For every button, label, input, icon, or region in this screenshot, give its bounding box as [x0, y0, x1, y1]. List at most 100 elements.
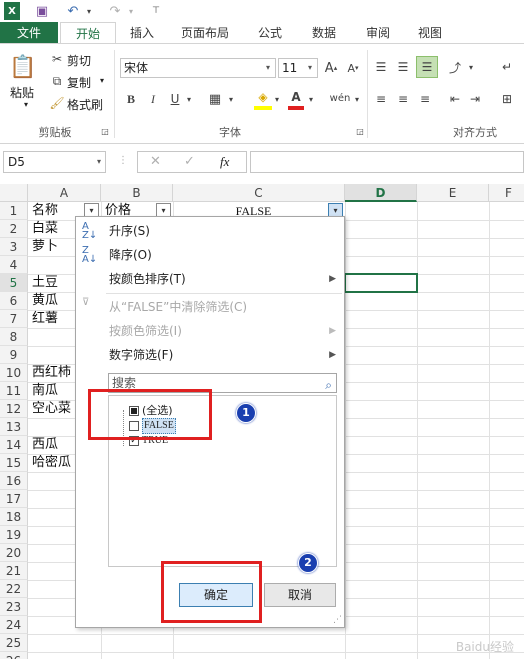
copy-button[interactable]: 复制 [67, 74, 91, 91]
row-header[interactable]: 23 [0, 598, 28, 616]
row-header[interactable]: 17 [0, 490, 28, 508]
formula-bar-grip-icon[interactable]: ⋮ [118, 155, 128, 169]
paste-dropdown-icon[interactable]: ▾ [24, 100, 28, 109]
tab-formulas[interactable]: 公式 [246, 22, 294, 44]
row-header[interactable]: 13 [0, 418, 28, 436]
tab-page-layout[interactable]: 页面布局 [170, 22, 240, 44]
row-header[interactable]: 7 [0, 310, 28, 328]
column-header-b[interactable]: B [101, 184, 173, 202]
column-header-c[interactable]: C [173, 184, 345, 202]
cancel-entry-icon[interactable]: ✕ [150, 154, 161, 169]
row-header[interactable]: 10 [0, 364, 28, 382]
decrease-indent-icon[interactable]: ⇤ [446, 90, 464, 108]
copy-icon[interactable]: ⧉ [50, 74, 64, 88]
bold-button[interactable]: B [124, 90, 138, 108]
borders-dropdown-icon[interactable]: ▾ [226, 90, 236, 108]
align-bottom-icon[interactable]: ☰ [416, 56, 438, 78]
shrink-font-icon[interactable]: A ▾ [344, 58, 362, 78]
menu-sort-ascending[interactable]: A Z↓ 升序(S) [76, 219, 344, 243]
tab-review[interactable]: 审阅 [354, 22, 402, 44]
name-box[interactable]: D5 ▾ [3, 151, 106, 173]
row-header[interactable]: 4 [0, 256, 28, 274]
column-header-e[interactable]: E [417, 184, 489, 202]
align-right-icon[interactable]: ≡ [416, 90, 434, 108]
cell-a12[interactable]: 空心菜 [29, 400, 71, 418]
font-name-combo[interactable]: 宋体 ▾ [120, 58, 276, 78]
grow-font-icon[interactable]: A ▴ [322, 58, 340, 78]
row-header[interactable]: 1 [0, 202, 28, 220]
borders-icon[interactable]: ▦ [206, 90, 224, 108]
customize-toolbar-icon[interactable]: ⊤ [150, 2, 162, 20]
font-launcher-icon[interactable]: ◲ [355, 126, 365, 136]
scissors-icon[interactable]: ✂ [50, 52, 64, 66]
active-cell-d5[interactable] [344, 273, 418, 293]
align-left-icon[interactable]: ≡ [372, 90, 390, 108]
redo-dropdown-icon[interactable]: ▾ [126, 2, 136, 20]
confirm-entry-icon[interactable]: ✓ [184, 154, 195, 169]
row-header[interactable]: 26 [0, 652, 28, 659]
tab-view[interactable]: 视图 [406, 22, 454, 44]
chevron-down-icon[interactable]: ▾ [97, 152, 101, 172]
cell-a1[interactable]: 名称 [29, 202, 58, 220]
formula-input[interactable] [250, 151, 524, 173]
save-icon[interactable]: ▣ [34, 2, 50, 20]
font-color-button[interactable]: A [288, 88, 304, 106]
tab-file[interactable]: 文件 [0, 22, 58, 44]
chevron-down-icon[interactable]: ▾ [261, 59, 275, 77]
font-size-combo[interactable]: 11 ▾ [278, 58, 318, 78]
fill-color-icon[interactable]: ◈ [254, 88, 272, 106]
menu-sort-descending[interactable]: Z A↓ 降序(O) [76, 243, 344, 267]
row-header[interactable]: 9 [0, 346, 28, 364]
select-all-corner[interactable] [0, 184, 28, 202]
row-header[interactable]: 11 [0, 382, 28, 400]
row-header[interactable]: 20 [0, 544, 28, 562]
menu-sort-by-color[interactable]: 按颜色排序(T) ▶ [76, 267, 344, 291]
align-top-icon[interactable]: ☰ [372, 58, 390, 76]
cell-a6[interactable]: 黄瓜 [29, 292, 58, 310]
cell-a5[interactable]: 土豆 [29, 274, 58, 292]
tab-insert[interactable]: 插入 [118, 22, 166, 44]
menu-clear-filter[interactable]: ⊽ 从“FALSE”中清除筛选(C) [76, 295, 344, 319]
cell-a2[interactable]: 白菜 [29, 220, 58, 238]
font-color-dropdown-icon[interactable]: ▾ [306, 90, 316, 108]
format-painter-icon[interactable]: 🖌 [49, 96, 64, 110]
tab-home[interactable]: 开始 [60, 22, 116, 44]
clipboard-launcher-icon[interactable]: ◲ [100, 126, 110, 136]
align-middle-icon[interactable]: ☰ [394, 58, 412, 76]
row-header[interactable]: 19 [0, 526, 28, 544]
fill-color-dropdown-icon[interactable]: ▾ [272, 90, 282, 108]
cut-button[interactable]: 剪切 [67, 52, 91, 69]
italic-button[interactable]: I [146, 90, 160, 108]
undo-dropdown-icon[interactable]: ▾ [84, 2, 94, 20]
row-header[interactable]: 24 [0, 616, 28, 634]
row-header[interactable]: 8 [0, 328, 28, 346]
column-header-a[interactable]: A [28, 184, 101, 202]
row-header[interactable]: 25 [0, 634, 28, 652]
resize-grip-icon[interactable]: ⋰ [333, 615, 342, 625]
row-header[interactable]: 15 [0, 454, 28, 472]
chevron-down-icon[interactable]: ▾ [303, 59, 317, 77]
phonetic-dropdown-icon[interactable]: ▾ [352, 90, 362, 108]
wrap-text-icon[interactable]: ↵ [498, 58, 516, 76]
paste-icon[interactable]: 📋 [9, 52, 36, 82]
orientation-dropdown-icon[interactable]: ▾ [466, 58, 476, 76]
cell-a3[interactable]: 萝卜 [29, 238, 58, 256]
row-header[interactable]: 14 [0, 436, 28, 454]
row-header[interactable]: 3 [0, 238, 28, 256]
increase-indent-icon[interactable]: ⇥ [466, 90, 484, 108]
redo-icon[interactable]: ↷ [106, 2, 124, 20]
cell-a7[interactable]: 红薯 [29, 310, 58, 328]
tab-data[interactable]: 数据 [300, 22, 348, 44]
row-header[interactable]: 21 [0, 562, 28, 580]
menu-filter-by-color[interactable]: 按颜色筛选(I) ▶ [76, 319, 344, 343]
row-header[interactable]: 2 [0, 220, 28, 238]
row-header[interactable]: 12 [0, 400, 28, 418]
phonetic-guide-button[interactable]: wén [328, 88, 352, 108]
cell-a10[interactable]: 西红柿 [29, 364, 71, 382]
column-header-d[interactable]: D [345, 184, 417, 202]
orientation-icon[interactable]: ⤴ [446, 58, 464, 76]
row-header[interactable]: 5 [0, 274, 28, 292]
row-header[interactable]: 22 [0, 580, 28, 598]
cell-a14[interactable]: 西瓜 [29, 436, 58, 454]
underline-dropdown-icon[interactable]: ▾ [184, 90, 194, 108]
